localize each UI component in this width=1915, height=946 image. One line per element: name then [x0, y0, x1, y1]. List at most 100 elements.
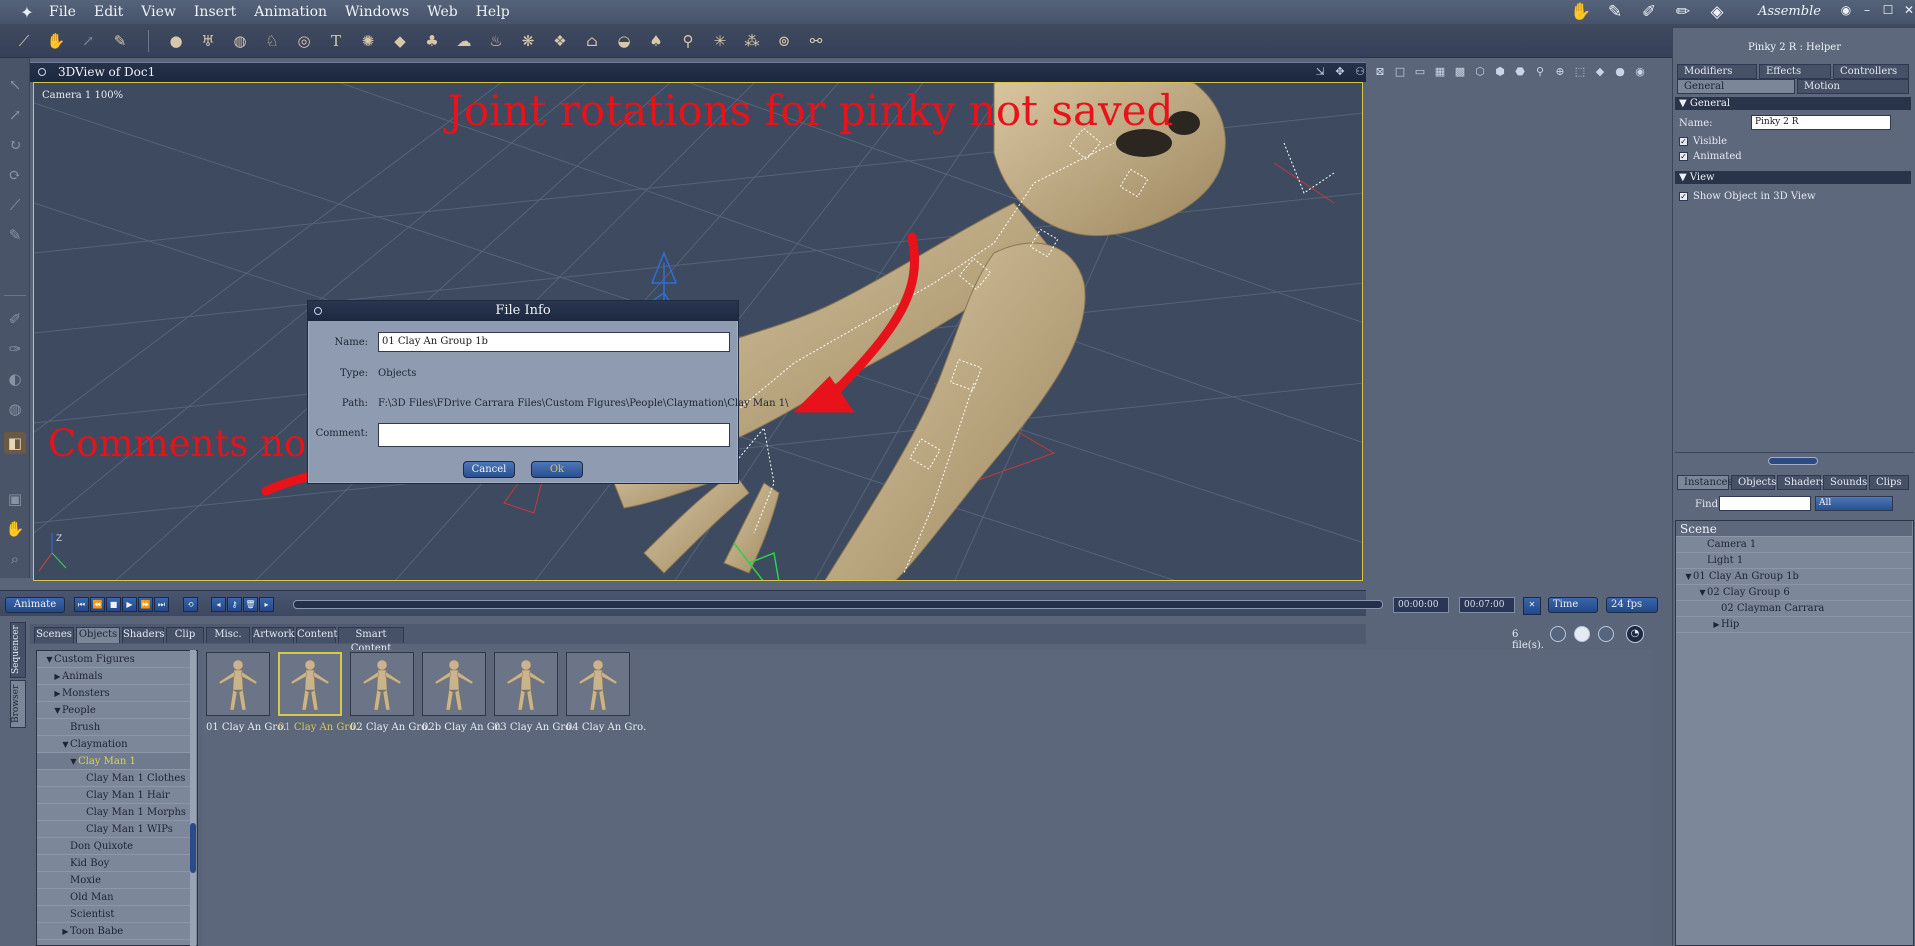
tab-modifiers[interactable]: Modifiers [1677, 64, 1757, 79]
bulb-light-icon[interactable]: ✳ [708, 29, 732, 53]
pin-tool-icon[interactable]: ⟋ [4, 194, 26, 216]
current-time-field[interactable]: 00:00:00 [1393, 597, 1449, 613]
tab-general[interactable]: General [1677, 79, 1795, 94]
tab-misc[interactable]: Misc. [206, 627, 250, 643]
texture-room-icon[interactable]: ✏ [1670, 2, 1696, 22]
camera-nav-icon[interactable]: ⇲ [1313, 65, 1327, 79]
cube-mode-icon[interactable]: ◆ [1593, 65, 1607, 79]
cancel-button[interactable]: Cancel [463, 461, 515, 478]
comment-field[interactable] [378, 423, 730, 447]
menu-view[interactable]: View [132, 4, 185, 20]
dolly-tool-icon[interactable]: ◐ [4, 368, 26, 390]
move-rotate-tool-icon[interactable]: ↗ [4, 104, 26, 126]
expanded-triangle-icon[interactable]: ▼ [61, 736, 70, 753]
tree-item[interactable]: ▶Animals [37, 668, 195, 685]
view-section-header[interactable]: ▼ View [1675, 171, 1911, 184]
bank-icon[interactable]: ⊠ [1373, 65, 1387, 79]
cube-tool-icon[interactable]: ◧ [4, 432, 26, 454]
scene-tree-item[interactable]: 02 Clayman Carrara [1676, 601, 1912, 617]
visible-checkbox[interactable]: ✓ [1679, 137, 1688, 146]
tab-sounds[interactable]: Sounds [1823, 475, 1867, 490]
tab-smart-content[interactable]: Smart Content [338, 627, 404, 654]
render-room-icon[interactable]: ◈ [1704, 2, 1730, 22]
terrain-icon[interactable]: ◆ [388, 29, 412, 53]
tree-item[interactable]: Scientist [37, 906, 195, 923]
smooth-tool-icon[interactable]: ✑ [4, 338, 26, 360]
shaded-icon[interactable]: ⬣ [1513, 65, 1527, 79]
dish-icon[interactable]: ◒ [612, 29, 636, 53]
brush-tool-icon[interactable]: ✎ [108, 29, 132, 53]
tree-item[interactable]: Moxie [37, 872, 195, 889]
cloud-icon[interactable]: ☁ [452, 29, 476, 53]
key-icon[interactable]: ⚷ [227, 597, 242, 612]
collapsed-triangle-icon[interactable]: ▶ [1712, 617, 1721, 633]
plant-icon[interactable]: ♣ [420, 29, 444, 53]
file-thumbnail[interactable]: 02 Clay An Gro. [350, 652, 430, 733]
animated-checkbox[interactable]: ✓ [1679, 152, 1688, 161]
scene-tree-item[interactable]: Light 1 [1676, 553, 1912, 569]
go-end-icon[interactable]: ⏭ [154, 597, 169, 612]
formula-object-icon[interactable]: ◎ [292, 29, 316, 53]
view-menu-icon[interactable] [38, 68, 46, 76]
find-input[interactable] [1719, 496, 1811, 511]
tree-item[interactable]: ▼Clay Man 1 [37, 753, 195, 770]
dolly-icon[interactable]: ⚇ [1353, 65, 1367, 79]
expanded-triangle-icon[interactable]: ▼ [69, 753, 78, 770]
wire-icon[interactable]: ⬢ [1493, 65, 1507, 79]
tree-item[interactable]: Don Quixote [37, 838, 195, 855]
prev-key-icon[interactable]: ◂ [211, 597, 226, 612]
tab-artwork[interactable]: Artwork [252, 627, 294, 643]
expanded-triangle-icon[interactable]: ▼ [1698, 585, 1707, 601]
file-thumbnail[interactable]: 01 Clay An Gro. [278, 652, 358, 733]
tab-objects[interactable]: Objects [76, 627, 120, 643]
light-bulb-icon[interactable]: ♠ [644, 29, 668, 53]
menu-help[interactable]: Help [467, 4, 519, 20]
dual-view-icon[interactable]: ▭ [1413, 65, 1427, 79]
close-icon[interactable]: ✕ [1903, 3, 1915, 17]
bank-tool-icon[interactable]: ◍ [4, 398, 26, 420]
dialog-titlebar[interactable]: File Info [308, 301, 738, 321]
collapsed-triangle-icon[interactable]: ▶ [53, 668, 62, 685]
maximize-icon[interactable]: ☐ [1882, 3, 1894, 17]
show-in-3d-checkbox[interactable]: ✓ [1679, 192, 1688, 201]
wand-tool-icon[interactable]: ⟋ [12, 29, 36, 53]
tree-scroll-thumb[interactable] [190, 823, 196, 873]
animate-button[interactable]: Animate [5, 597, 65, 613]
fps-select[interactable]: 24 fps [1606, 597, 1658, 613]
single-view-icon[interactable]: □ [1393, 65, 1407, 79]
tree-scrollbar[interactable] [190, 650, 196, 946]
bone-icon[interactable]: ⚯ [804, 29, 828, 53]
sphere-shade-icon[interactable]: ● [1613, 65, 1627, 79]
fast-forward-icon[interactable]: ⏩ [138, 597, 153, 612]
dialog-menu-icon[interactable] [314, 307, 322, 315]
target-helper-icon[interactable]: ⊚ [772, 29, 796, 53]
eye-icon[interactable]: ◉ [1840, 3, 1852, 17]
app-logo-icon[interactable]: ✦ [14, 0, 40, 24]
tree-item[interactable]: Old Man [37, 889, 195, 906]
thumb-view-icon[interactable] [1574, 626, 1590, 642]
next-key-icon[interactable]: ▸ [259, 597, 274, 612]
vertex-object-icon[interactable]: ◍ [228, 29, 252, 53]
collapsed-triangle-icon[interactable]: ▶ [53, 685, 62, 702]
tab-instance-shaders[interactable]: Shaders [1777, 475, 1825, 490]
file-thumbnail[interactable]: 01 Clay An Gro. [206, 652, 286, 733]
menu-web[interactable]: Web [418, 4, 467, 20]
pan-icon[interactable]: ✥ [1333, 65, 1347, 79]
fire-icon[interactable]: ♨ [484, 29, 508, 53]
quad-view-icon[interactable]: ▩ [1453, 65, 1467, 79]
hand-tool-icon[interactable]: ✋ [4, 518, 26, 540]
tab-content[interactable]: Content [296, 627, 338, 643]
move-tool-icon[interactable]: ↖ [4, 74, 26, 96]
tab-clip[interactable]: Clip [166, 627, 204, 643]
rotate-tool-icon[interactable]: ↻ [4, 134, 26, 156]
tab-controllers[interactable]: Controllers [1833, 64, 1909, 79]
scale-tool-icon[interactable]: ⟳ [4, 164, 26, 186]
ocean-icon[interactable]: ❖ [548, 29, 572, 53]
expanded-triangle-icon[interactable]: ▼ [45, 651, 54, 668]
file-thumbnail[interactable]: 04 Clay An Gro. [566, 652, 646, 733]
tree-item[interactable]: ▼Claymation [37, 736, 195, 753]
menu-animation[interactable]: Animation [245, 4, 336, 20]
tri-view-icon[interactable]: ▦ [1433, 65, 1447, 79]
go-start-icon[interactable]: ⏮ [74, 597, 89, 612]
scene-tree-item[interactable]: ▼01 Clay An Group 1b [1676, 569, 1912, 585]
